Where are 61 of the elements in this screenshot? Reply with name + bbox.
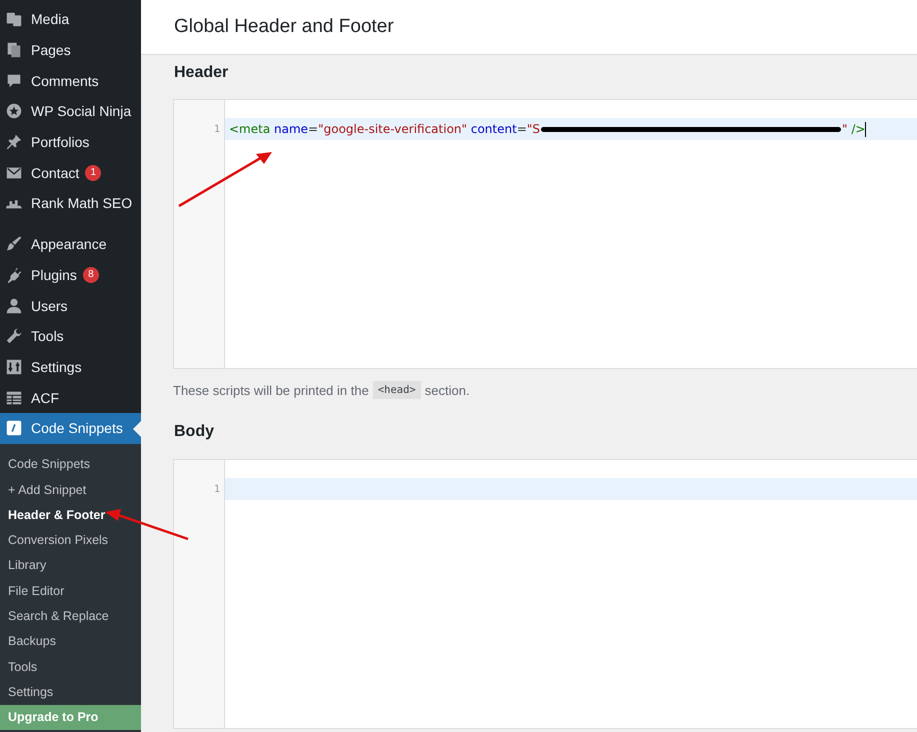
page-title: Global Header and Footer bbox=[174, 16, 394, 38]
submenu-item[interactable]: Search & Replace bbox=[0, 603, 141, 629]
section-heading: Header bbox=[173, 63, 230, 83]
help-text: These scripts will be printed in the bbox=[173, 382, 369, 398]
menu-icon bbox=[5, 41, 23, 60]
menu-item[interactable]: WP Social Ninja bbox=[0, 96, 141, 127]
menu-label: Plugins bbox=[31, 266, 77, 283]
menu-item[interactable]: Settings bbox=[0, 352, 141, 382]
menu-icon bbox=[5, 388, 23, 407]
menu-item[interactable]: Tools bbox=[0, 320, 141, 352]
menu-label: Contact bbox=[31, 164, 80, 181]
menu-icon bbox=[5, 10, 23, 28]
submenu-item[interactable]: Backups bbox=[0, 628, 141, 654]
menu-label: Appearance bbox=[31, 236, 107, 252]
menu-icon bbox=[5, 327, 23, 346]
menu-label: Tools bbox=[31, 328, 64, 344]
menu-item[interactable]: Media bbox=[0, 4, 141, 35]
code-editor[interactable]: 1 <meta name="google-site-verification" content="S " /> bbox=[173, 99, 917, 369]
menu-icon bbox=[5, 133, 23, 152]
menu-item[interactable]: Plugins 8 bbox=[0, 260, 141, 290]
menu-item[interactable]: Appearance bbox=[0, 228, 141, 260]
menu-label: Settings bbox=[31, 358, 82, 375]
menu-item[interactable]: Comments bbox=[0, 65, 141, 96]
menu-label: Media bbox=[31, 11, 70, 28]
section-heading: Body bbox=[173, 422, 215, 442]
submenu-item[interactable]: File Editor bbox=[0, 578, 141, 604]
menu-item[interactable]: Users bbox=[0, 290, 141, 321]
submenu-item[interactable]: Conversion Pixels bbox=[0, 528, 141, 553]
menu-label: Code Snippets bbox=[31, 420, 123, 436]
menu-icon bbox=[5, 358, 23, 376]
menu-item[interactable]: Portfolios bbox=[0, 126, 141, 158]
count-badge: 8 bbox=[82, 266, 99, 283]
menu-icon bbox=[5, 419, 23, 438]
submenu-item[interactable]: + Add Snippet bbox=[0, 476, 141, 502]
submenu-item[interactable]: Tools bbox=[0, 654, 141, 680]
menu-icon bbox=[5, 72, 23, 90]
line-number: 1 bbox=[212, 482, 221, 496]
menu-label: ACF bbox=[31, 390, 59, 406]
menu-icon bbox=[5, 235, 23, 254]
code-tag: <head> bbox=[372, 381, 421, 399]
menu-label: WP Social Ninja bbox=[31, 103, 132, 120]
menu-icon bbox=[5, 266, 23, 284]
submenu-item[interactable]: Settings bbox=[0, 679, 141, 705]
menu-label: Comments bbox=[31, 72, 99, 89]
menu-icon bbox=[5, 102, 23, 120]
menu-item[interactable]: Contact 1 bbox=[0, 157, 141, 188]
menu-item[interactable]: ACF bbox=[0, 382, 141, 413]
submenu-item[interactable]: Header & Footer bbox=[0, 502, 141, 528]
submenu-item[interactable]: Code Snippets bbox=[0, 452, 141, 477]
menu-icon bbox=[5, 296, 23, 315]
menu-item[interactable]: Rank Math SEO bbox=[0, 188, 141, 219]
count-badge: 1 bbox=[85, 164, 102, 181]
line-number: 1 bbox=[212, 122, 221, 136]
menu-label: Pages bbox=[31, 42, 71, 58]
menu-item[interactable]: Code Snippets bbox=[0, 412, 141, 444]
menu-label: Rank Math SEO bbox=[31, 195, 132, 212]
menu-label: Users bbox=[31, 298, 68, 314]
submenu-item[interactable]: Library bbox=[0, 552, 141, 578]
help-text: section. bbox=[424, 382, 470, 398]
menu-label: Portfolios bbox=[31, 134, 90, 150]
menu-item[interactable]: Pages bbox=[0, 34, 141, 66]
